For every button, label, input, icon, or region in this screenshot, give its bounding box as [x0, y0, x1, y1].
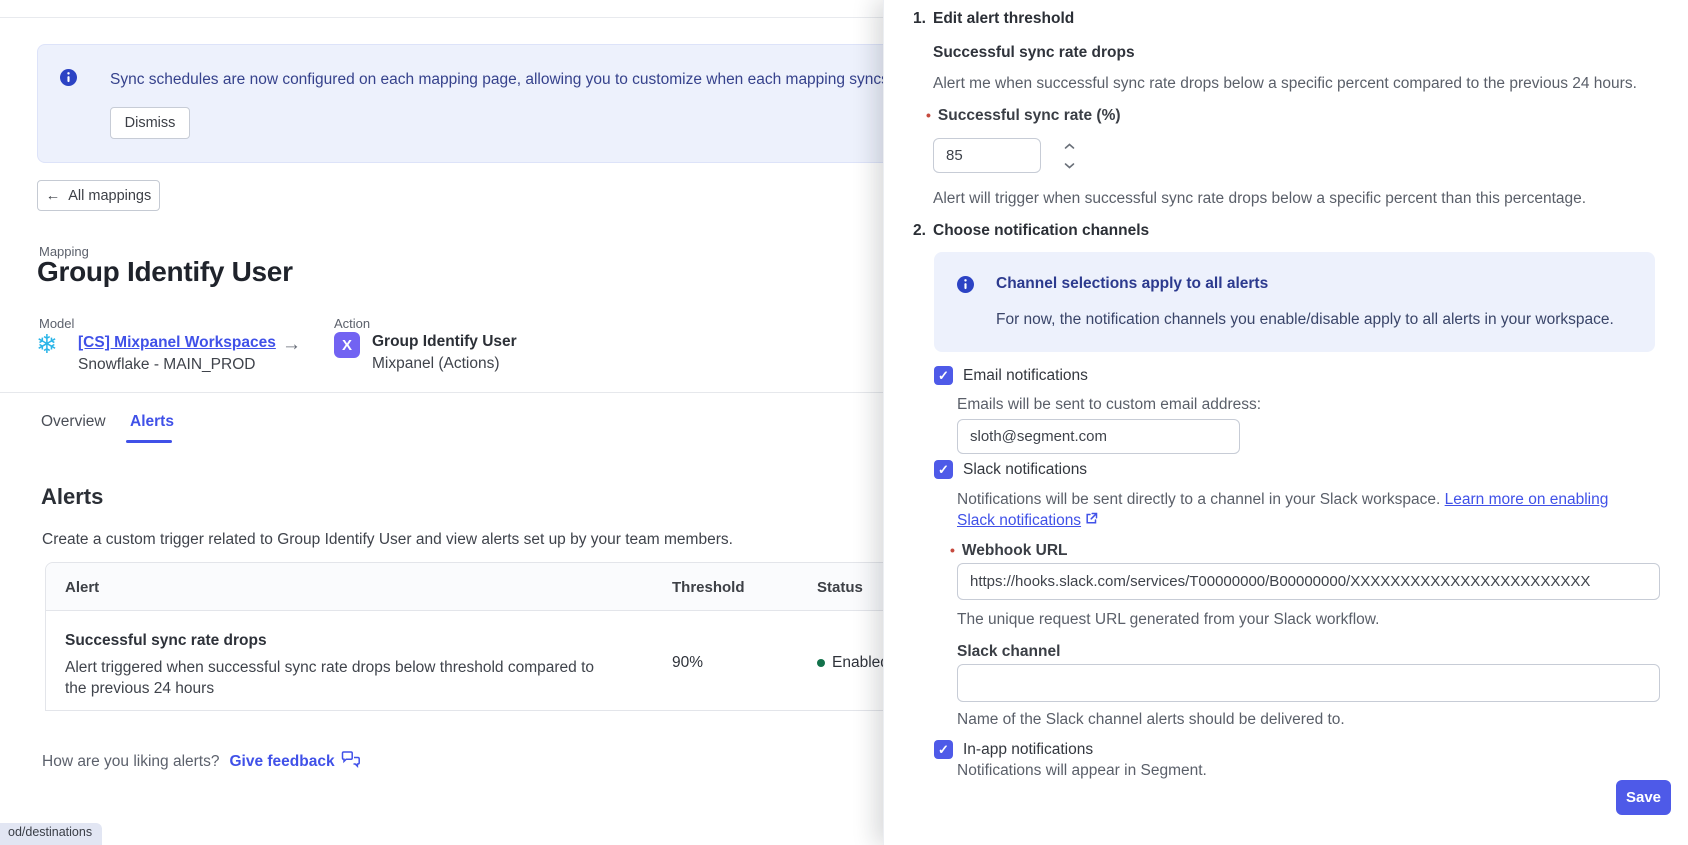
- snowflake-icon: ❄: [36, 331, 58, 357]
- alerts-heading: Alerts: [41, 484, 103, 510]
- slack-channel-helper: Name of the Slack channel alerts should …: [957, 711, 1345, 729]
- back-button-label: All mappings: [68, 188, 151, 204]
- email-notifications-row: ✓ Email notifications: [934, 366, 1088, 385]
- status-label: Enabled: [832, 654, 889, 672]
- webhook-label: Webhook URL: [950, 542, 1068, 560]
- webhook-helper: The unique request URL generated from yo…: [957, 611, 1379, 629]
- callout: Channel selections apply to all alerts F…: [934, 252, 1655, 352]
- stepper-down-icon: [1064, 162, 1075, 169]
- email-helper: Emails will be sent to custom email addr…: [957, 396, 1261, 414]
- threshold-value: 90%: [672, 654, 703, 672]
- alert-row-description: Alert triggered when successful sync rat…: [65, 657, 610, 699]
- alert-type-name: Successful sync rate drops: [933, 44, 1135, 62]
- flow-arrow-icon: →: [282, 334, 301, 356]
- external-link-icon: [1085, 512, 1098, 529]
- mixpanel-icon: X: [334, 332, 360, 358]
- threshold-field-label: Successful sync rate (%): [926, 107, 1121, 125]
- section-2-number: 2.: [913, 222, 926, 240]
- section-1-title: Edit alert threshold: [933, 10, 1074, 28]
- callout-title: Channel selections apply to all alerts: [996, 275, 1268, 293]
- slack-notifications-row: ✓ Slack notifications: [934, 460, 1087, 479]
- email-input[interactable]: [957, 419, 1240, 454]
- back-button[interactable]: ← All mappings: [37, 180, 160, 211]
- action-name: Group Identify User: [372, 333, 517, 351]
- slack-label[interactable]: Slack notifications: [963, 461, 1087, 479]
- inapp-label[interactable]: In-app notifications: [963, 741, 1093, 759]
- save-button[interactable]: Save: [1616, 780, 1671, 815]
- stepper-up-icon: [1064, 143, 1075, 150]
- slack-channel-input[interactable]: [957, 664, 1660, 702]
- threshold-input[interactable]: [933, 138, 1041, 173]
- column-header-threshold: Threshold: [672, 579, 745, 596]
- feedback-prompt: How are you liking alerts?: [42, 753, 219, 771]
- status-chip: od/destinations: [0, 823, 102, 845]
- alert-name: Successful sync rate drops: [65, 632, 267, 650]
- banner-text: Sync schedules are now configured on eac…: [110, 71, 893, 89]
- section-2-title: Choose notification channels: [933, 222, 1149, 240]
- callout-info-icon: [957, 276, 974, 298]
- inapp-notifications-row: ✓ In-app notifications: [934, 740, 1093, 759]
- threshold-helper: Alert will trigger when successful sync …: [933, 190, 1586, 208]
- feedback-row: How are you liking alerts? Give feedback: [42, 751, 361, 773]
- status-badge: Enabled: [817, 654, 889, 672]
- active-tab-underline: [126, 440, 172, 443]
- section-1-number: 1.: [913, 10, 926, 28]
- webhook-input[interactable]: [957, 563, 1660, 600]
- action-label: Action: [334, 316, 370, 331]
- feedback-link[interactable]: Give feedback: [229, 751, 360, 773]
- threshold-field: [933, 138, 1041, 173]
- page-title: Group Identify User: [37, 256, 293, 288]
- info-icon: [60, 69, 77, 91]
- model-link[interactable]: [CS] Mixpanel Workspaces: [78, 334, 276, 352]
- slack-channel-label: Slack channel: [957, 643, 1060, 661]
- slack-checkbox[interactable]: ✓: [934, 460, 953, 479]
- model-subtitle: Snowflake - MAIN_PROD: [78, 356, 255, 374]
- feedback-icon: [341, 751, 361, 773]
- alert-type-description: Alert me when successful sync rate drops…: [933, 75, 1637, 93]
- action-subtitle: Mixpanel (Actions): [372, 355, 500, 373]
- drawer: 1. Edit alert threshold Successful sync …: [883, 0, 1688, 845]
- alerts-description: Create a custom trigger related to Group…: [42, 531, 733, 549]
- tab-overview[interactable]: Overview: [41, 413, 106, 445]
- column-header-status: Status: [817, 579, 863, 596]
- email-label[interactable]: Email notifications: [963, 367, 1088, 385]
- status-dot: [817, 659, 825, 667]
- number-stepper[interactable]: [1061, 143, 1077, 169]
- callout-body: For now, the notification channels you e…: [996, 311, 1614, 329]
- inapp-helper: Notifications will appear in Segment.: [957, 762, 1207, 780]
- slack-helper: Notifications will be sent directly to a…: [957, 489, 1645, 531]
- email-checkbox[interactable]: ✓: [934, 366, 953, 385]
- inapp-checkbox[interactable]: ✓: [934, 740, 953, 759]
- dismiss-button[interactable]: Dismiss: [110, 107, 190, 139]
- back-arrow-icon: ←: [46, 188, 61, 204]
- column-header-alert: Alert: [65, 579, 99, 596]
